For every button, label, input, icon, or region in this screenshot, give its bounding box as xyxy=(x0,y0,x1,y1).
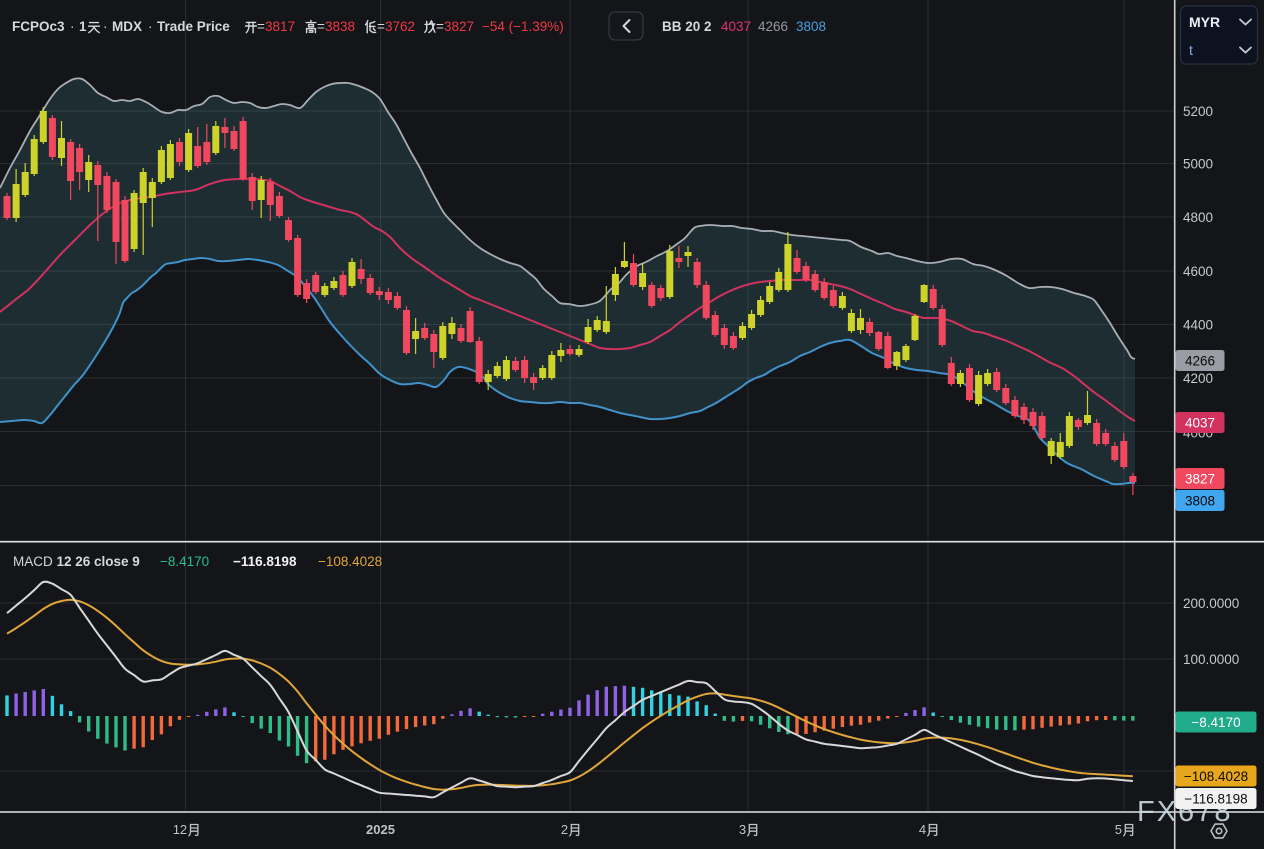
svg-text:4200: 4200 xyxy=(1183,371,1213,386)
svg-text:5: 5 xyxy=(1115,822,1122,837)
svg-text:100.0000: 100.0000 xyxy=(1183,652,1239,667)
svg-text:4266: 4266 xyxy=(758,19,788,34)
svg-text:−54 (−1.39%): −54 (−1.39%) xyxy=(482,19,564,34)
svg-text:3817: 3817 xyxy=(265,19,295,34)
svg-text:·: · xyxy=(148,19,153,34)
svg-text:4037: 4037 xyxy=(1185,415,1215,430)
svg-text:−108.4028: −108.4028 xyxy=(1184,769,1248,784)
svg-text:FCPOc3: FCPOc3 xyxy=(12,19,65,34)
svg-text:2: 2 xyxy=(561,822,568,837)
svg-text:1: 1 xyxy=(79,19,87,34)
svg-text:2025: 2025 xyxy=(366,822,395,837)
svg-text:−116.8198: −116.8198 xyxy=(1184,791,1247,806)
svg-text:·: · xyxy=(70,19,75,34)
svg-text:=: = xyxy=(257,19,265,34)
svg-text:3827: 3827 xyxy=(444,19,474,34)
svg-text:=: = xyxy=(436,19,444,34)
svg-text:3838: 3838 xyxy=(325,19,355,34)
svg-text:BB 20 2: BB 20 2 xyxy=(662,19,712,34)
svg-text:5200: 5200 xyxy=(1183,104,1213,119)
svg-text:4266: 4266 xyxy=(1185,353,1215,368)
svg-text:t: t xyxy=(1189,42,1193,58)
svg-text:4800: 4800 xyxy=(1183,210,1213,225)
svg-text:−8.4170: −8.4170 xyxy=(1191,715,1240,730)
svg-text:−8.4170: −8.4170 xyxy=(160,554,209,569)
svg-text:3808: 3808 xyxy=(1185,493,1215,508)
svg-text:4: 4 xyxy=(919,822,926,837)
svg-text:−116.8198: −116.8198 xyxy=(233,554,297,569)
svg-text:−108.4028: −108.4028 xyxy=(318,554,382,569)
svg-text:4600: 4600 xyxy=(1183,264,1213,279)
svg-text:12: 12 xyxy=(173,822,187,837)
svg-text:·: · xyxy=(103,19,108,34)
svg-text:4400: 4400 xyxy=(1183,317,1213,332)
svg-text:4037: 4037 xyxy=(721,19,751,34)
svg-text:3762: 3762 xyxy=(385,19,415,34)
svg-text:3: 3 xyxy=(739,822,746,837)
svg-text:3827: 3827 xyxy=(1185,471,1215,486)
svg-text:=: = xyxy=(377,19,385,34)
svg-text:Trade Price: Trade Price xyxy=(157,19,230,34)
svg-text:=: = xyxy=(317,19,325,34)
svg-text:MYR: MYR xyxy=(1189,14,1220,30)
svg-text:MDX: MDX xyxy=(112,19,142,34)
svg-text:200.0000: 200.0000 xyxy=(1183,596,1239,611)
svg-text:5000: 5000 xyxy=(1183,156,1213,171)
svg-text:3808: 3808 xyxy=(796,19,826,34)
svg-text:MACD 12 26 close 9: MACD 12 26 close 9 xyxy=(13,554,140,569)
